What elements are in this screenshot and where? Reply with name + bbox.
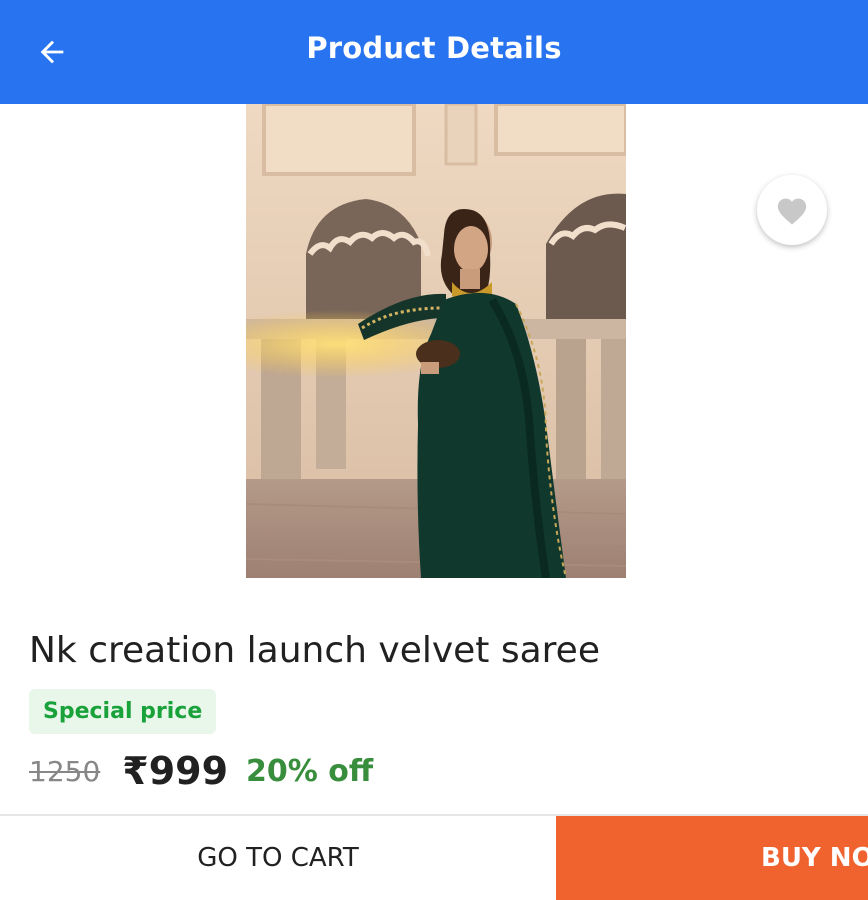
product-image[interactable] [246,104,626,578]
price-row: 1250 ₹999 20% off [29,748,373,794]
bottom-action-bar: GO TO CART BUY NO [0,814,868,900]
product-photo [246,104,626,578]
product-name: Nk creation launch velvet saree [29,630,600,671]
selling-price: ₹999 [122,749,229,793]
heart-icon [777,198,807,225]
wishlist-button[interactable] [757,175,827,245]
original-price: 1250 [29,754,101,788]
discount-label: 20% off [246,753,374,789]
special-price-badge: Special price [29,689,217,734]
go-to-cart-button[interactable]: GO TO CART [0,816,556,900]
app-header: Product Details [0,0,868,104]
buy-now-button[interactable]: BUY NO [556,816,868,900]
page-title: Product Details [306,31,562,65]
